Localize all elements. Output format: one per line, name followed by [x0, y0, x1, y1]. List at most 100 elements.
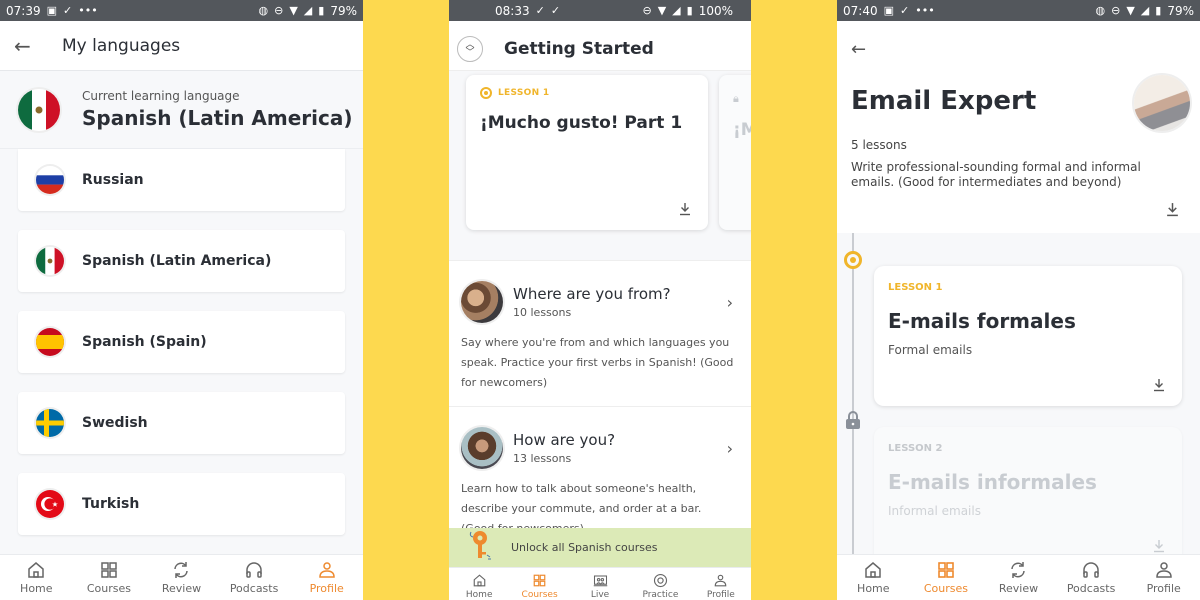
nav-courses[interactable]: Courses — [73, 555, 146, 600]
dnd-icon: ⊖ — [274, 4, 284, 17]
nav-profile[interactable]: Profile — [1127, 555, 1200, 600]
course-item[interactable]: How are you? 13 lessons › Learn how to t… — [449, 407, 751, 540]
status-time: 07:40 — [843, 3, 878, 18]
person-icon — [318, 562, 335, 578]
sweden-flag-icon — [36, 409, 64, 437]
image-notification-icon: ▣ — [46, 4, 57, 17]
nav-label: Profile — [309, 582, 344, 595]
nav-label: Podcasts — [229, 582, 279, 595]
course-title: How are you? — [513, 431, 616, 449]
my-languages-screen: 07:39 ▣ ✓ ••• ◍ ⊖ ▼ ◢ ▮ 79% ← My languag… — [0, 0, 363, 600]
lesson-title: E-mails formales — [888, 309, 1076, 333]
lesson-title: ¡M — [733, 120, 751, 140]
course-item[interactable]: Where are you from? 10 lessons › Say whe… — [449, 261, 751, 407]
download-icon[interactable] — [1152, 378, 1166, 392]
nav-courses[interactable]: Courses — [509, 568, 569, 600]
nav-label: Live — [590, 590, 610, 600]
vibrate-icon: ◍ — [258, 4, 269, 17]
expand-collapse-button[interactable]: ︿ ﹀ — [457, 35, 483, 62]
page-title: My languages — [62, 35, 181, 56]
getting-started-screen: 08:33 ✓ ✓ ⊖ ▼ ◢ ▮ 100% ︿ ﹀ Getting Start… — [449, 0, 751, 600]
check-notification-icon: ✓ — [535, 4, 545, 17]
check-notification-icon: ✓ — [550, 4, 561, 17]
nav-label: Home — [465, 590, 493, 600]
nav-home[interactable]: Home — [449, 568, 509, 600]
course-thumbnail — [461, 427, 503, 469]
image-notification-icon: ▣ — [883, 4, 894, 17]
nav-courses[interactable]: Courses — [910, 555, 983, 600]
nav-profile[interactable]: Profile — [290, 555, 363, 600]
nav-review[interactable]: Review — [145, 555, 218, 600]
nav-label: Review — [998, 582, 1039, 595]
home-icon — [473, 574, 486, 587]
unlock-courses-banner[interactable]: Unlock all Spanish courses — [449, 528, 751, 567]
signal-icon: ◢ — [1140, 4, 1150, 17]
key-icon — [469, 530, 491, 559]
mexico-flag-icon — [36, 247, 64, 275]
nav-review[interactable]: Review — [982, 555, 1055, 600]
lesson-subtitle: Informal emails — [888, 504, 981, 518]
current-lesson-icon — [480, 87, 492, 99]
status-time: 08:33 — [495, 3, 530, 18]
grid-icon — [101, 562, 117, 578]
language-item-turkish[interactable]: Turkish — [18, 473, 345, 535]
mexico-flag-icon — [18, 88, 60, 131]
nav-practice[interactable]: Practice — [630, 568, 690, 600]
status-bar: 07:39 ▣ ✓ ••• ◍ ⊖ ▼ ◢ ▮ 79% — [0, 0, 363, 21]
bottom-navigation: Home Courses Live Practice Profile — [449, 567, 751, 600]
wifi-icon: ▼ — [657, 4, 667, 17]
check-notification-icon: ✓ — [63, 4, 73, 17]
grid-icon — [938, 562, 954, 578]
nav-podcasts[interactable]: Podcasts — [1055, 555, 1128, 600]
language-name: Spanish (Latin America) — [82, 253, 272, 269]
course-title: Where are you from? — [513, 285, 671, 303]
lesson-card[interactable]: LESSON 1 E-mails formales Formal emails — [874, 266, 1182, 406]
lesson-tag: LESSON 1 — [888, 282, 943, 293]
russia-flag-icon — [36, 166, 64, 194]
language-item-spanish-spain[interactable]: Spanish (Spain) — [18, 311, 345, 373]
download-icon[interactable] — [678, 202, 692, 216]
battery-icon: ▮ — [686, 4, 693, 17]
language-name: Russian — [82, 172, 144, 188]
nav-label: Courses — [521, 590, 558, 600]
chevron-right-icon: › — [726, 439, 733, 458]
headphones-icon — [246, 562, 262, 578]
lesson-carousel[interactable]: LESSON 1 ¡Mucho gusto! Part 1 🔒︎ ¡M — [449, 71, 751, 261]
status-bar: 08:33 ✓ ✓ ⊖ ▼ ◢ ▮ 100% — [449, 0, 751, 21]
chevron-right-icon: › — [726, 293, 733, 312]
language-item-swedish[interactable]: Swedish — [18, 392, 345, 454]
turkey-flag-icon — [36, 490, 64, 518]
nav-podcasts[interactable]: Podcasts — [218, 555, 291, 600]
lesson-card-locked[interactable]: 🔒︎ ¡M — [719, 75, 751, 230]
language-item-spanish-latin-america[interactable]: Spanish (Latin America) — [18, 230, 345, 292]
person-icon — [715, 574, 727, 587]
lock-icon — [846, 411, 860, 429]
home-icon — [28, 562, 45, 578]
current-language-section: Current learning language Spanish (Latin… — [0, 71, 363, 149]
download-icon[interactable] — [1152, 539, 1166, 553]
back-arrow-icon[interactable]: ← — [851, 39, 1186, 60]
nav-profile[interactable]: Profile — [691, 568, 751, 600]
person-icon — [1155, 562, 1172, 578]
lesson-card-locked[interactable]: LESSON 2 E-mails informales Informal ema… — [874, 427, 1182, 567]
back-arrow-icon[interactable]: ← — [14, 34, 50, 58]
course-lesson-count: 10 lessons — [513, 306, 572, 319]
bottom-navigation: Home Courses Review Podcasts Profile — [837, 554, 1200, 600]
nav-home[interactable]: Home — [0, 555, 73, 600]
course-thumbnail — [461, 281, 503, 323]
live-class-icon — [593, 575, 607, 587]
language-name: Spanish (Spain) — [82, 334, 207, 350]
signal-icon: ◢ — [303, 4, 313, 17]
download-icon[interactable] — [1165, 202, 1180, 217]
language-list: Russian Spanish (Latin America) Spanish … — [0, 149, 363, 535]
page-title: Getting Started — [504, 38, 654, 59]
lesson-card[interactable]: LESSON 1 ¡Mucho gusto! Part 1 — [466, 75, 708, 230]
nav-label: Practice — [642, 590, 679, 600]
headphones-icon — [1083, 562, 1099, 578]
lesson-tag: LESSON 2 — [888, 443, 943, 454]
nav-home[interactable]: Home — [837, 555, 910, 600]
language-item-russian[interactable]: Russian — [18, 149, 345, 211]
nav-live[interactable]: Live — [570, 568, 630, 600]
dnd-icon: ⊖ — [642, 4, 652, 17]
nav-label: Courses — [923, 582, 968, 595]
